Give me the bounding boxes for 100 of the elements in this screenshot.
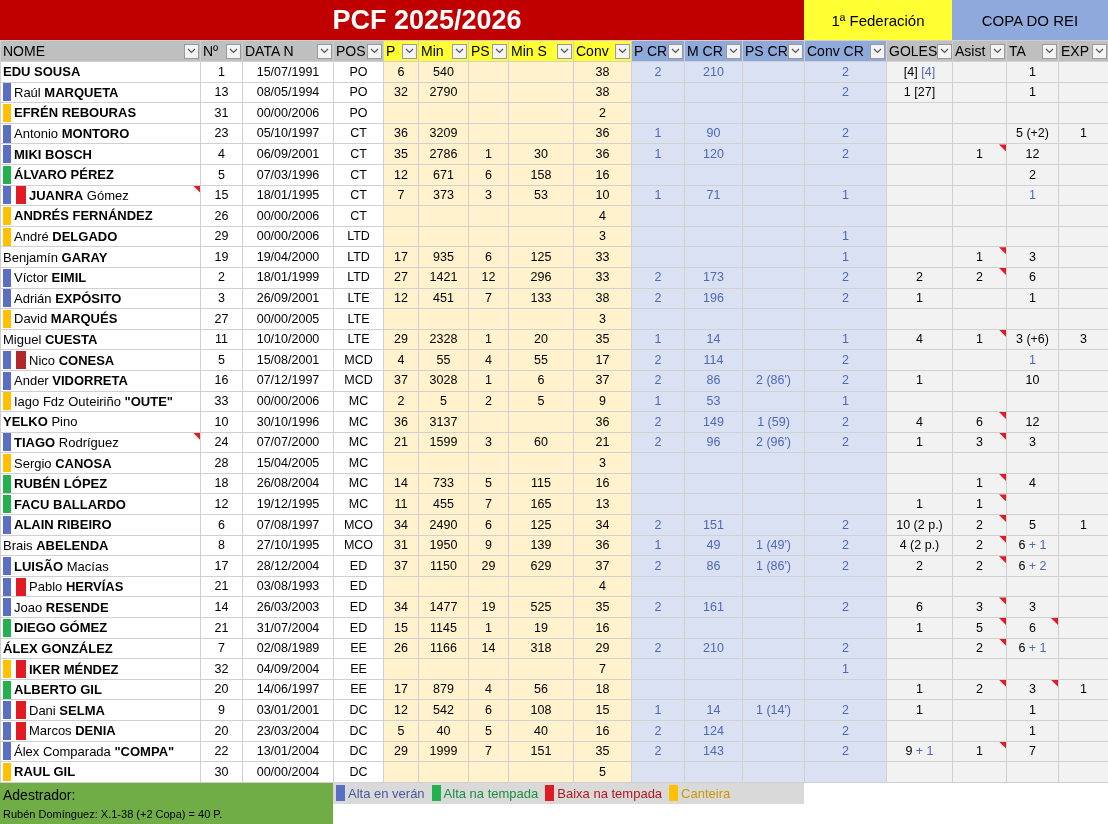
filter-button[interactable] xyxy=(990,43,1005,59)
table-cell: 40 xyxy=(436,723,451,738)
table-cell: 1 xyxy=(1029,64,1036,79)
filter-button[interactable] xyxy=(870,43,885,59)
player-name: ALAIN RIBEIRO xyxy=(14,518,112,532)
filter-button[interactable] xyxy=(788,43,803,59)
player-name: Iago Fdz Outeiriño "OUTE" xyxy=(14,394,173,408)
table-cell: 451 xyxy=(433,291,454,306)
filter-button[interactable] xyxy=(615,43,630,59)
filter-button[interactable] xyxy=(402,43,417,59)
table-cell: 125 xyxy=(530,517,552,532)
table-cell: DC xyxy=(349,764,368,779)
table-cell: 20 xyxy=(214,723,229,738)
table-cell: 525 xyxy=(530,600,552,614)
filter-button[interactable] xyxy=(726,43,741,59)
table-cell: 2 xyxy=(842,291,849,306)
table-cell: 2 xyxy=(842,435,849,450)
filter-button[interactable] xyxy=(1092,43,1107,59)
table-cell: 2 xyxy=(654,723,662,738)
table-cell: 149 xyxy=(703,414,724,429)
table-cell: 33 xyxy=(595,249,610,264)
table-cell: 7 xyxy=(1029,744,1036,759)
table-cell: 151 xyxy=(703,517,724,532)
table-cell: 96 xyxy=(706,435,721,450)
table-cell: 55 xyxy=(534,352,548,367)
table-cell: 35 xyxy=(595,600,610,614)
table-cell: 23/03/2004 xyxy=(256,723,320,738)
table-cell: 1 xyxy=(1080,517,1087,532)
player-name: Álex Comparada "COMPA" xyxy=(14,744,175,758)
table-cell: 31/07/2004 xyxy=(256,620,320,635)
table-cell: 29 xyxy=(394,332,408,347)
table-cell: 5 xyxy=(485,476,492,491)
filter-button[interactable] xyxy=(184,43,199,59)
table-cell: 07/12/1997 xyxy=(256,373,320,388)
filter-button[interactable] xyxy=(557,43,572,59)
table-cell: CT xyxy=(350,208,367,223)
table-cell: 6 + 2 xyxy=(1018,558,1047,573)
player-name: Ander VIDORRETA xyxy=(14,374,128,388)
table-cell: 12 xyxy=(1025,414,1040,429)
table-cell: 1 xyxy=(842,188,849,203)
table-cell: 2 xyxy=(976,270,983,285)
table-cell: 16 xyxy=(595,620,610,635)
table-cell: 629 xyxy=(530,558,552,573)
table-cell: 5 xyxy=(218,352,225,367)
table-cell: 1 xyxy=(842,229,849,244)
table-cell: 03/08/1993 xyxy=(256,579,320,594)
table-cell: 34 xyxy=(394,600,408,614)
table-cell: 1 xyxy=(1029,702,1036,717)
table-cell: 879 xyxy=(433,682,454,697)
table-cell: 2 xyxy=(654,352,662,367)
table-cell: 19/12/1995 xyxy=(256,497,320,511)
table-cell: 38 xyxy=(595,291,610,306)
table-cell: 21 xyxy=(214,579,229,594)
filter-button[interactable] xyxy=(668,43,683,59)
table-cell: 13 xyxy=(595,497,610,511)
column-label: Nº xyxy=(203,43,219,59)
chevron-down-icon xyxy=(791,48,800,54)
table-cell: PO xyxy=(349,64,368,79)
table-cell: 21 xyxy=(595,435,610,450)
column-label: Asist xyxy=(955,43,986,59)
table-cell: 1 xyxy=(485,373,492,388)
table-cell: 26 xyxy=(214,208,229,223)
table-cell: MCD xyxy=(344,352,373,367)
table-cell: 2 xyxy=(654,641,662,656)
table-cell: 05/10/1997 xyxy=(256,126,320,141)
filter-button[interactable] xyxy=(226,43,241,59)
table-cell: 1 xyxy=(916,291,923,306)
column-label: P CR xyxy=(634,43,668,59)
table-cell: 29 xyxy=(481,558,496,573)
table-cell: 3 xyxy=(1080,332,1087,347)
table-cell: 7 xyxy=(397,188,405,203)
column-label: POS xyxy=(336,43,366,59)
player-name: André DELGADO xyxy=(14,230,118,244)
table-cell: 2 xyxy=(654,414,662,429)
filter-button[interactable] xyxy=(492,43,507,59)
table-cell: 373 xyxy=(433,188,454,203)
table-cell: 1 xyxy=(654,332,662,347)
table-cell: 2 xyxy=(485,394,492,409)
table-cell: 6 + 1 xyxy=(1018,641,1047,656)
filter-button[interactable] xyxy=(452,43,467,59)
filter-button[interactable] xyxy=(1042,43,1057,59)
table-cell: 14 xyxy=(214,600,229,614)
table-cell: 1 xyxy=(842,661,849,676)
table-cell: 18 xyxy=(595,682,610,697)
legend-label: Alta na tempada xyxy=(443,785,539,801)
table-cell: 00/00/2005 xyxy=(256,311,320,326)
player-name: ALBERTO GIL xyxy=(14,683,102,697)
table-cell: 14 xyxy=(394,476,408,491)
table-cell: 210 xyxy=(703,641,724,656)
player-name: Dani SELMA xyxy=(29,703,105,717)
filter-button[interactable] xyxy=(317,43,332,59)
filter-button[interactable] xyxy=(937,43,952,59)
table-cell: 36 xyxy=(394,414,408,429)
filter-button[interactable] xyxy=(367,43,382,59)
table-cell: 7 xyxy=(485,744,492,759)
table-cell: MC xyxy=(348,455,369,470)
chevron-down-icon xyxy=(1095,48,1104,54)
table-cell: 6 xyxy=(537,373,545,388)
table-cell: 12 xyxy=(394,702,408,717)
table-cell: 36 xyxy=(394,126,408,141)
